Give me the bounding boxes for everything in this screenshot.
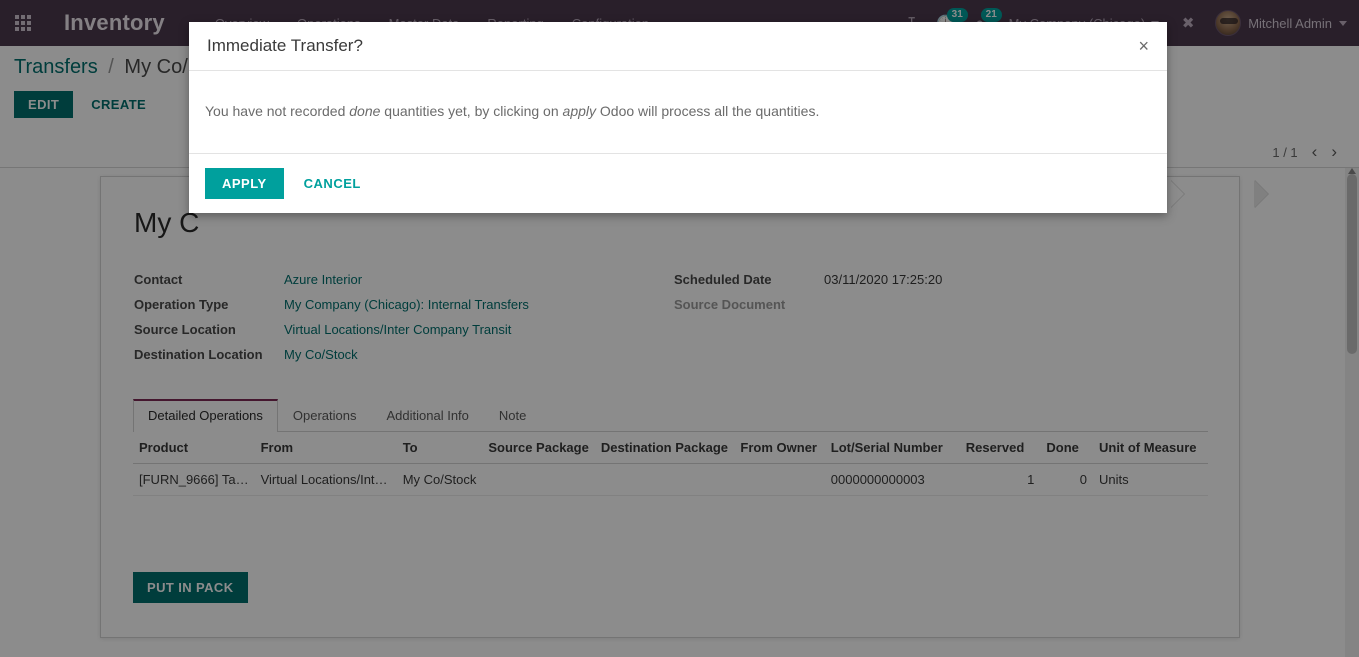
immediate-transfer-dialog: Immediate Transfer? × You have not recor… — [189, 22, 1167, 213]
modal-text-suffix: Odoo will process all the quantities. — [596, 103, 820, 119]
modal-text-middle: quantities yet, by clicking on — [380, 103, 563, 119]
modal-header: Immediate Transfer? × — [189, 22, 1167, 71]
cancel-button[interactable]: CANCEL — [292, 168, 373, 199]
odoo-inventory-page: Inventory Overview Operations Master Dat… — [0, 0, 1359, 657]
close-icon[interactable]: × — [1138, 37, 1149, 55]
modal-title: Immediate Transfer? — [207, 36, 363, 55]
apply-button[interactable]: APPLY — [205, 168, 284, 199]
modal-text-emphasis-done: done — [349, 103, 381, 119]
modal-text-emphasis-apply: apply — [562, 103, 596, 119]
modal-body: You have not recorded done quantities ye… — [189, 71, 1167, 154]
modal-text-prefix: You have not recorded — [205, 103, 350, 119]
modal-footer: APPLY CANCEL — [189, 154, 1167, 213]
